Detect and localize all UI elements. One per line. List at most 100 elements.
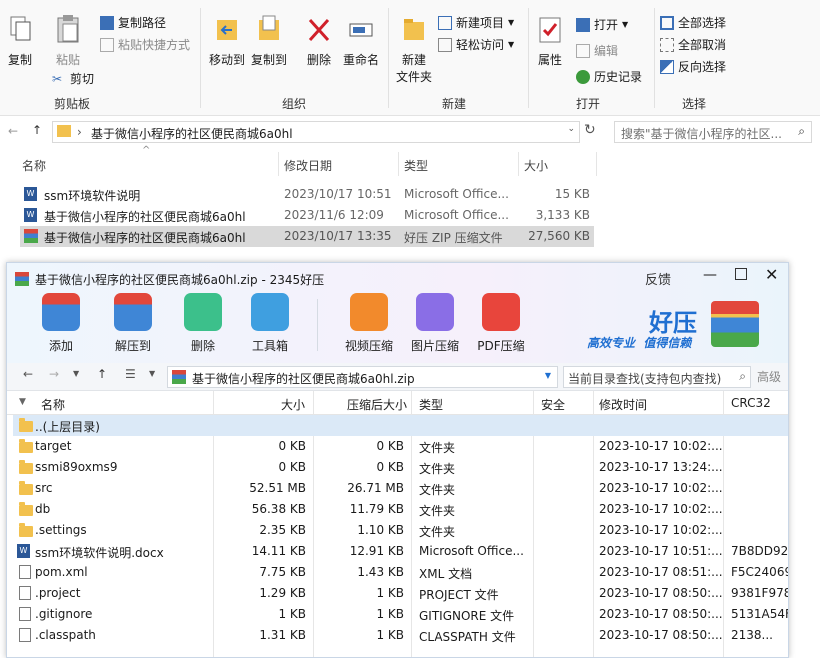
new-item-icon (438, 15, 452, 30)
entry-crc: F5C24069 (731, 565, 789, 579)
new-item-label: 新建项目 (456, 16, 505, 30)
zip-delete-label: 删除 (190, 339, 215, 353)
up-arrow-icon[interactable]: ↑ (97, 367, 107, 381)
copy-to-button[interactable]: 复制到 (248, 14, 290, 68)
new-folder-button[interactable]: 新建 文件夹 (392, 14, 436, 85)
haozip-logo (711, 301, 759, 347)
chevron-down-icon[interactable]: ⌄ (567, 124, 575, 134)
toolbox-button[interactable]: 工具箱 (247, 293, 293, 354)
select-all-button[interactable]: 全部选择 (660, 14, 726, 31)
easy-access-icon (438, 37, 452, 52)
history-button[interactable]: 历史记录 (576, 68, 642, 85)
archive-row[interactable]: .gitignore 1 KB 1 KB GITIGNORE 文件 2023-1… (13, 604, 789, 625)
extract-to-button[interactable]: 解压到 (111, 293, 155, 354)
archive-row[interactable]: .project 1.29 KB 1 KB PROJECT 文件 2023-10… (13, 583, 788, 604)
new-folder-label: 新建 (401, 53, 426, 67)
haozip-window: 基于微信小程序的社区便民商城6a0hl.zip - 2345好压 反馈 — ✕ … (6, 262, 789, 658)
search-input[interactable]: 搜索"基于微信小程序的社区... ⌕ (614, 121, 812, 143)
chevron-down-icon[interactable]: ▼ (73, 369, 79, 378)
chevron-down-icon[interactable]: ▼ (149, 369, 155, 378)
entry-size: 1.29 KB (259, 586, 306, 600)
chevron-down-icon[interactable]: ▼ (545, 371, 551, 380)
entry-name: .project (35, 586, 81, 600)
archive-row[interactable]: pom.xml 7.75 KB 1.43 KB XML 文档 2023-10-1… (13, 562, 789, 583)
extract-to-label: 解压到 (114, 339, 151, 353)
new-item-button[interactable]: 新建项目 ▼ (438, 14, 514, 31)
add-archive-icon (42, 293, 80, 331)
archive-row[interactable]: W ssm环境软件说明.docx 14.11 KB 12.91 KB Micro… (13, 541, 788, 562)
address-field[interactable]: › 基于微信小程序的社区便民商城6a0hl ⌄ (52, 121, 580, 143)
zip-path-field[interactable]: 基于微信小程序的社区便民商城6a0hl.zip ▼ (167, 366, 558, 388)
minimize-icon[interactable]: — (703, 267, 717, 283)
edit-button[interactable]: 编辑 (576, 42, 618, 59)
select-none-button[interactable]: 全部取消 (660, 36, 726, 53)
column-divider (596, 152, 597, 176)
open-icon (576, 17, 590, 32)
column-header-size[interactable]: 大小 (524, 157, 548, 174)
file-row[interactable]: W 基于微信小程序的社区便民商城6a0hl 2023/11/6 12:09 Mi… (20, 205, 594, 226)
file-row-selected[interactable]: 基于微信小程序的社区便民商城6a0hl 2023/10/17 13:35 好压 … (20, 226, 594, 247)
pdf-compress-button[interactable]: PDF压缩 (473, 293, 529, 354)
file-name: 基于微信小程序的社区便民商城6a0hl (44, 231, 246, 245)
image-compress-button[interactable]: 图片压缩 (407, 293, 463, 354)
video-compress-button[interactable]: 视频压缩 (341, 293, 397, 354)
rename-button[interactable]: 重命名 (340, 14, 382, 68)
archive-row[interactable]: db 56.38 KB 11.79 KB 文件夹 2023-10-17 10:0… (13, 499, 788, 520)
copy-path-button[interactable]: 复制路径 (100, 14, 166, 31)
word-doc-icon: W (24, 208, 37, 222)
advanced-search-link[interactable]: 高级 (757, 368, 781, 385)
search-icon[interactable]: ⌕ (739, 369, 746, 384)
file-icon (19, 565, 31, 579)
feedback-link[interactable]: 反馈 (645, 269, 671, 288)
entry-type: 文件夹 (419, 525, 456, 539)
group-divider (388, 8, 389, 108)
word-doc-icon: W (17, 544, 30, 558)
entry-time: 2023-10-17 10:51:... (599, 544, 723, 558)
cut-button[interactable]: ✂ 剪切 (52, 70, 94, 87)
delete-button[interactable]: 删除 (302, 14, 336, 68)
video-compress-label: 视频压缩 (344, 339, 393, 353)
search-icon[interactable]: ⌕ (798, 124, 805, 139)
forward-arrow-icon[interactable]: → (49, 367, 59, 381)
zip-delete-button[interactable]: 删除 (181, 293, 225, 354)
up-arrow-icon[interactable]: ↑ (32, 123, 42, 137)
properties-button[interactable]: 属性 (532, 14, 568, 68)
back-arrow-icon[interactable]: ← (23, 367, 33, 381)
haozip-header: 基于微信小程序的社区便民商城6a0hl.zip - 2345好压 反馈 — ✕ … (7, 263, 788, 363)
archive-row[interactable]: src 52.51 MB 26.71 MB 文件夹 2023-10-17 10:… (13, 478, 788, 499)
archive-row[interactable]: .classpath 1.31 KB 1 KB CLASSPATH 文件 202… (13, 625, 788, 646)
entry-crc: 5131A54F (731, 607, 789, 621)
view-mode-icon[interactable]: ☰ (125, 367, 136, 381)
move-to-button[interactable]: 移动到 (206, 14, 248, 68)
column-divider (278, 152, 279, 176)
close-icon[interactable]: ✕ (765, 265, 778, 284)
column-header-type[interactable]: 类型 (404, 157, 428, 174)
archive-row[interactable]: ssmi89oxms9 0 KB 0 KB 文件夹 2023-10-17 13:… (13, 457, 788, 478)
add-label: 添加 (48, 339, 73, 353)
open-button[interactable]: 打开 ▼ (576, 16, 628, 33)
archive-row[interactable]: .settings 2.35 KB 1.10 KB 文件夹 2023-10-17… (13, 520, 788, 541)
paste-shortcut-button[interactable]: 粘贴快捷方式 (100, 36, 190, 53)
dropdown-arrow-icon: ▼ (508, 18, 515, 27)
easy-access-button[interactable]: 轻松访问 ▼ (438, 36, 514, 53)
maximize-icon[interactable] (735, 268, 747, 280)
archive-row[interactable]: target 0 KB 0 KB 文件夹 2023-10-17 10:02:..… (13, 436, 788, 457)
new-group-label: 新建 (442, 97, 467, 111)
entry-type: PROJECT 文件 (419, 588, 499, 602)
invert-selection-button[interactable]: 反向选择 (660, 58, 726, 75)
column-header-name[interactable]: 名称 (22, 157, 46, 174)
refresh-icon[interactable]: ↻ (584, 122, 596, 138)
file-icon (19, 628, 31, 642)
entry-time: 2023-10-17 10:02:... (599, 502, 723, 516)
paste-button[interactable]: 粘贴 (48, 14, 88, 68)
zip-search-input[interactable]: 当前目录查找(支持包内查找) ⌕ (563, 366, 751, 388)
up-directory-row[interactable]: ..(上层目录) (13, 415, 788, 436)
add-button[interactable]: 添加 (39, 293, 83, 354)
entry-name: .gitignore (35, 607, 93, 621)
copy-button[interactable]: 复制 (0, 14, 40, 68)
back-arrow-icon[interactable]: ← (8, 124, 18, 138)
entry-name: pom.xml (35, 565, 88, 579)
organize-group-label: 组织 (282, 97, 307, 111)
column-header-date[interactable]: 修改日期 (284, 157, 332, 174)
file-row[interactable]: W ssm环境软件说明 2023/10/17 10:51 Microsoft O… (20, 184, 594, 205)
